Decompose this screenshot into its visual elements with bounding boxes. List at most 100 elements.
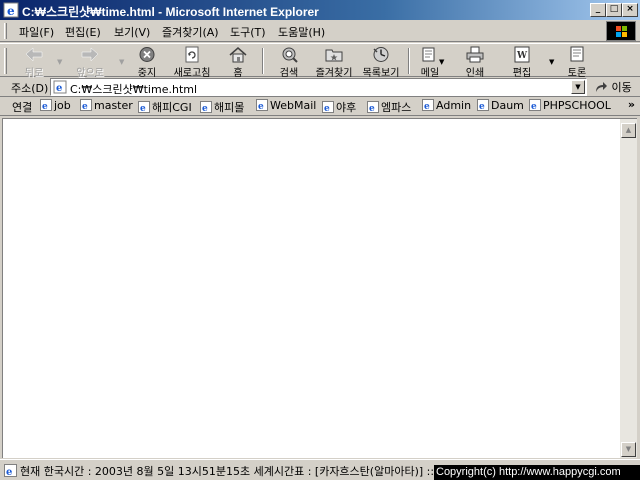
- menu-help[interactable]: 도움말(H): [278, 24, 325, 40]
- forward-arrow-icon: [81, 47, 99, 62]
- svg-text:e: e: [531, 102, 537, 111]
- toolbar-grip[interactable]: [4, 48, 7, 74]
- address-input[interactable]: e C:₩스크린샷₩time.html ▼: [50, 78, 587, 96]
- page-status-icon: e: [4, 464, 17, 477]
- title-bar[interactable]: e C:₩스크린샷₩time.html - Microsoft Internet…: [0, 0, 640, 20]
- standard-toolbar: 뒤로 ▼ 앞으로 ▼ 중지 새로고침 홈 검색 즐겨찾기 목록보기 메일 ▼ 인…: [0, 43, 640, 79]
- links-more-button[interactable]: »: [628, 98, 635, 111]
- link-phpschool[interactable]: e PHPSCHOOL: [529, 99, 611, 112]
- svg-text:e: e: [42, 102, 48, 111]
- svg-text:W: W: [516, 51, 528, 61]
- page-content[interactable]: [2, 118, 622, 458]
- stop-button[interactable]: 중지: [130, 46, 164, 79]
- home-button[interactable]: 홈: [223, 46, 253, 79]
- address-dropdown-button[interactable]: ▼: [571, 80, 585, 94]
- minimize-button[interactable]: _: [590, 3, 606, 17]
- svg-text:e: e: [7, 4, 15, 18]
- svg-text:e: e: [324, 104, 330, 113]
- menu-view[interactable]: 보기(V): [114, 24, 150, 40]
- svg-text:e: e: [82, 102, 88, 111]
- forward-dropdown[interactable]: ▼: [115, 46, 125, 76]
- go-button[interactable]: 이동: [594, 79, 632, 95]
- link-page-icon: e: [529, 99, 541, 111]
- window-title: C:₩스크린샷₩time.html - Microsoft Internet E…: [22, 5, 319, 19]
- scroll-down-icon[interactable]: ▼: [621, 442, 636, 457]
- back-button[interactable]: 뒤로: [16, 46, 52, 79]
- svg-text:e: e: [258, 102, 264, 111]
- svg-text:e: e: [424, 102, 430, 111]
- word-edit-icon: W: [514, 46, 530, 63]
- copyright-overlay: Copyright(c) http://www.happycgi.com: [434, 465, 640, 480]
- edit-dropdown[interactable]: ▼: [545, 46, 555, 76]
- links-bar: 연결 e job e master e 해피CGI e 해피몰 e WebMail e 야후…: [0, 97, 640, 116]
- menu-favorites[interactable]: 즐겨찾기(A): [162, 24, 219, 40]
- page-icon: e: [53, 80, 67, 94]
- windows-logo-icon: [606, 21, 636, 41]
- svg-text:e: e: [479, 102, 485, 111]
- chevron-down-icon: ▼: [549, 58, 555, 66]
- link-happymall[interactable]: e 해피몰: [200, 99, 244, 115]
- svg-text:e: e: [202, 104, 208, 113]
- link-daum[interactable]: e Daum: [477, 99, 524, 112]
- back-arrow-icon: [25, 47, 43, 62]
- vertical-scrollbar[interactable]: ▲ ▼: [620, 118, 637, 458]
- link-page-icon: e: [138, 101, 150, 113]
- address-value[interactable]: C:₩스크린샷₩time.html: [70, 81, 197, 97]
- link-page-icon: e: [322, 101, 334, 113]
- status-text: 현재 한국시간 : 2003년 8월 5일 13시51분15초 세계시간표 : …: [20, 465, 500, 478]
- mail-button[interactable]: 메일 ▼: [415, 46, 445, 79]
- link-page-icon: e: [256, 99, 268, 111]
- edit-button[interactable]: W 편집: [505, 46, 539, 79]
- forward-button[interactable]: 앞으로: [70, 46, 110, 79]
- menu-grip[interactable]: [4, 23, 7, 39]
- browser-window: e C:₩스크린샷₩time.html - Microsoft Internet…: [0, 0, 640, 480]
- chevron-down-icon: ▼: [57, 58, 63, 66]
- address-label: 주소(D): [11, 82, 49, 95]
- favorites-button[interactable]: 즐겨찾기: [312, 46, 356, 79]
- svg-text:e: e: [56, 83, 62, 94]
- home-icon: [229, 47, 247, 63]
- svg-text:e: e: [140, 104, 146, 113]
- mail-icon: [422, 47, 435, 62]
- links-label: 연결: [12, 101, 33, 114]
- toolbar-separator: [262, 48, 264, 74]
- link-happycgi[interactable]: e 해피CGI: [138, 99, 192, 115]
- link-yahoo[interactable]: e 야후: [322, 99, 356, 115]
- chevron-down-icon: ▼: [439, 58, 445, 66]
- link-master[interactable]: e master: [80, 99, 133, 112]
- refresh-button[interactable]: 새로고침: [168, 46, 216, 79]
- menu-edit[interactable]: 편집(E): [65, 24, 101, 40]
- go-label: 이동: [611, 81, 632, 94]
- link-page-icon: e: [477, 99, 489, 111]
- link-webmail[interactable]: e WebMail: [256, 99, 316, 112]
- scroll-up-icon[interactable]: ▲: [621, 123, 636, 138]
- history-button[interactable]: 목록보기: [359, 46, 403, 79]
- maximize-button[interactable]: □: [606, 3, 622, 17]
- toolbar-separator: [408, 48, 410, 74]
- chevron-down-icon: ▼: [119, 58, 125, 66]
- go-arrow-icon: [596, 82, 607, 92]
- favorites-folder-icon: [325, 49, 343, 62]
- printer-icon: [466, 46, 484, 63]
- discuss-icon: [570, 46, 584, 62]
- back-dropdown[interactable]: ▼: [53, 46, 63, 76]
- address-bar: 주소(D) e C:₩스크린샷₩time.html ▼ 이동: [0, 78, 640, 97]
- history-icon: [373, 47, 389, 62]
- link-admin[interactable]: e Admin: [422, 99, 471, 112]
- ie-icon: e: [3, 2, 19, 18]
- link-empas[interactable]: e 엠파스: [367, 99, 411, 115]
- discuss-button[interactable]: 토론: [560, 46, 594, 79]
- link-page-icon: e: [40, 99, 52, 111]
- link-job[interactable]: e job: [40, 99, 71, 112]
- close-button[interactable]: ×: [622, 3, 638, 17]
- menu-tools[interactable]: 도구(T): [230, 24, 266, 40]
- search-button[interactable]: 검색: [272, 46, 306, 79]
- link-page-icon: e: [422, 99, 434, 111]
- stop-icon: [139, 47, 155, 62]
- menu-bar: 파일(F) 편집(E) 보기(V) 즐겨찾기(A) 도구(T) 도움말(H): [0, 20, 640, 42]
- svg-text:e: e: [369, 104, 375, 113]
- print-button[interactable]: 인쇄: [460, 46, 490, 79]
- link-page-icon: e: [367, 101, 379, 113]
- search-icon: [282, 47, 298, 63]
- menu-file[interactable]: 파일(F): [19, 24, 54, 40]
